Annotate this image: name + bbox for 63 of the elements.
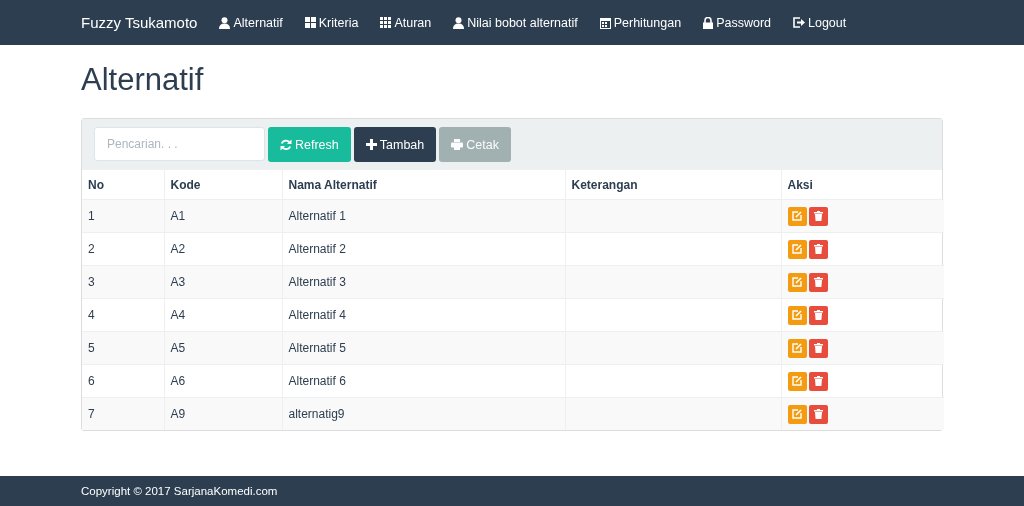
delete-button[interactable] [808, 305, 828, 325]
user-icon [453, 16, 465, 29]
table-cell: 7 [82, 397, 164, 430]
search-field[interactable]: Pencarian. . . [94, 127, 265, 161]
edit-button[interactable] [787, 272, 807, 292]
edit-button[interactable] [787, 305, 807, 325]
table-cell: Alternatif 3 [282, 265, 565, 299]
table-cell: Alternatif 5 [282, 331, 565, 365]
nav-link[interactable]: Aturan [380, 15, 432, 30]
nav-link[interactable]: Kriteria [304, 15, 359, 30]
column-header: No [82, 170, 164, 200]
trash-icon [813, 211, 823, 221]
edit-icon [792, 277, 802, 287]
add-button[interactable]: Tambah [353, 127, 437, 162]
trash-icon [813, 277, 823, 287]
refresh-icon [280, 138, 292, 151]
table-cell: A1 [164, 199, 282, 233]
edit-icon [792, 409, 802, 419]
table-cell: A3 [164, 265, 282, 299]
edit-icon [792, 244, 802, 254]
edit-icon [792, 310, 802, 320]
edit-button[interactable] [787, 404, 807, 424]
trash-icon [813, 310, 823, 320]
calendar-icon [599, 16, 611, 29]
trash-icon [813, 376, 823, 386]
nav-link[interactable]: Password [703, 15, 771, 30]
edit-button[interactable] [787, 239, 807, 259]
delete-button[interactable] [808, 272, 828, 292]
nav-link[interactable]: Alternatif [219, 15, 283, 30]
table-cell: 5 [82, 331, 164, 365]
plus-icon [365, 139, 377, 150]
edit-icon [792, 376, 802, 386]
edit-button[interactable] [787, 206, 807, 226]
user-icon [219, 16, 231, 29]
table-cell: A9 [164, 397, 282, 430]
nav-link[interactable]: Logout [793, 15, 847, 30]
edit-button[interactable] [787, 371, 807, 391]
delete-button[interactable] [808, 338, 828, 358]
copyright-text: Copyright © 2017 SarjanaKomedi.com [81, 485, 278, 497]
delete-button[interactable] [808, 206, 828, 226]
delete-button[interactable] [808, 371, 828, 391]
logout-icon [793, 17, 805, 28]
lock-icon [703, 16, 714, 29]
trash-icon [813, 343, 823, 353]
table-cell: 1 [82, 199, 164, 233]
nav-link[interactable]: Perhitungan [599, 15, 682, 30]
table-cell: alternatig9 [282, 397, 565, 430]
table-cell: A5 [164, 331, 282, 365]
page-title: Alternatif [81, 61, 205, 99]
trash-icon [813, 409, 823, 419]
table-cell: Alternatif 1 [282, 199, 565, 233]
delete-button[interactable] [808, 404, 828, 424]
grid-icon [304, 17, 316, 28]
edit-icon [792, 343, 802, 353]
printer-icon [451, 139, 464, 150]
trash-icon [813, 244, 823, 254]
delete-button[interactable] [808, 239, 828, 259]
brand-title[interactable]: Fuzzy Tsukamoto [81, 14, 198, 31]
nav-link[interactable]: Nilai bobot alternatif [453, 15, 578, 30]
edit-button[interactable] [787, 338, 807, 358]
grid-icon [380, 17, 392, 28]
table-cell: 3 [82, 265, 164, 299]
edit-icon [792, 211, 802, 221]
